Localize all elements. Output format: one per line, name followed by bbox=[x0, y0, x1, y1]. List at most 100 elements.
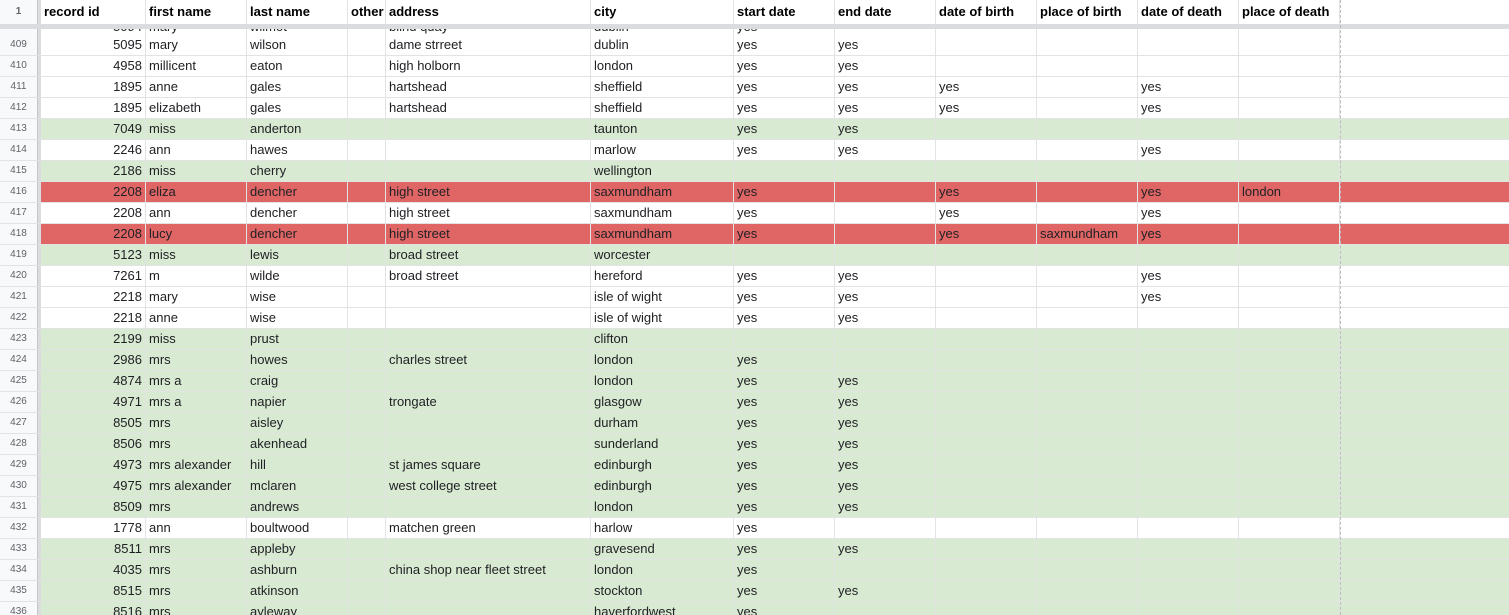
cell-city[interactable]: london bbox=[591, 371, 734, 391]
cell-start-date[interactable] bbox=[734, 329, 835, 349]
cell-place-of-death[interactable] bbox=[1239, 434, 1340, 454]
cell-address[interactable] bbox=[386, 371, 591, 391]
cell-date-of-death[interactable] bbox=[1138, 497, 1239, 517]
cell-end-date[interactable]: yes bbox=[835, 119, 936, 139]
cell-address[interactable] bbox=[386, 119, 591, 139]
cell-date-of-birth[interactable] bbox=[936, 266, 1037, 286]
cell-place-of-birth[interactable] bbox=[1037, 56, 1138, 76]
cell-date-of-death[interactable]: yes bbox=[1138, 182, 1239, 202]
cell-date-of-death[interactable]: yes bbox=[1138, 203, 1239, 223]
column-header-city[interactable]: city bbox=[591, 0, 734, 24]
cell-date-of-birth[interactable] bbox=[936, 371, 1037, 391]
cell-last-name[interactable]: wise bbox=[247, 308, 348, 328]
cell-address[interactable] bbox=[386, 581, 591, 601]
cell-city[interactable]: glasgow bbox=[591, 392, 734, 412]
cell-place-of-death[interactable]: london bbox=[1239, 182, 1340, 202]
cell-date-of-death[interactable] bbox=[1138, 161, 1239, 181]
cell-date-of-birth[interactable] bbox=[936, 581, 1037, 601]
cell-end-date[interactable] bbox=[835, 161, 936, 181]
row-number[interactable]: 420 bbox=[0, 266, 38, 286]
row-number[interactable]: 414 bbox=[0, 140, 38, 160]
cell-first-name[interactable]: ann bbox=[146, 203, 247, 223]
cell-city[interactable]: edinburgh bbox=[591, 455, 734, 475]
cell-city[interactable]: worcester bbox=[591, 245, 734, 265]
cell-first-name[interactable]: mrs bbox=[146, 413, 247, 433]
cell-start-date[interactable]: yes bbox=[734, 455, 835, 475]
cell-place-of-birth[interactable] bbox=[1037, 350, 1138, 370]
cell-date-of-death[interactable]: yes bbox=[1138, 140, 1239, 160]
cell-other[interactable] bbox=[348, 203, 386, 223]
cell-end-date[interactable]: yes bbox=[835, 266, 936, 286]
cell-place-of-birth[interactable] bbox=[1037, 329, 1138, 349]
cell-record-id[interactable]: 4973 bbox=[41, 455, 146, 475]
cell-last-name[interactable]: andrews bbox=[247, 497, 348, 517]
row-number[interactable]: 425 bbox=[0, 371, 38, 391]
cell-first-name[interactable]: mrs a bbox=[146, 371, 247, 391]
cell-place-of-death[interactable] bbox=[1239, 560, 1340, 580]
cell-end-date[interactable] bbox=[835, 602, 936, 615]
cell-place-of-birth[interactable] bbox=[1037, 35, 1138, 55]
cell-address[interactable] bbox=[386, 413, 591, 433]
row-number[interactable]: 436 bbox=[0, 602, 38, 615]
cell-place-of-birth[interactable] bbox=[1037, 413, 1138, 433]
row-number[interactable]: 423 bbox=[0, 329, 38, 349]
cell-last-name[interactable]: howes bbox=[247, 350, 348, 370]
cell-city[interactable]: gravesend bbox=[591, 539, 734, 559]
cell-last-name[interactable]: wise bbox=[247, 287, 348, 307]
cell-end-date[interactable]: yes bbox=[835, 581, 936, 601]
cell-other[interactable] bbox=[348, 497, 386, 517]
cell-first-name[interactable]: miss bbox=[146, 329, 247, 349]
cell-end-date[interactable]: yes bbox=[835, 539, 936, 559]
row-number[interactable]: 422 bbox=[0, 308, 38, 328]
cell-other[interactable] bbox=[348, 35, 386, 55]
cell-date-of-birth[interactable] bbox=[936, 518, 1037, 538]
cell-record-id[interactable]: 2208 bbox=[41, 203, 146, 223]
cell-date-of-birth[interactable] bbox=[936, 245, 1037, 265]
cell-address[interactable] bbox=[386, 329, 591, 349]
cell-date-of-birth[interactable] bbox=[936, 350, 1037, 370]
row-number[interactable]: 419 bbox=[0, 245, 38, 265]
cell-end-date[interactable] bbox=[835, 518, 936, 538]
cell-place-of-death[interactable] bbox=[1239, 413, 1340, 433]
cell-place-of-birth[interactable] bbox=[1037, 287, 1138, 307]
cell-last-name[interactable]: lewis bbox=[247, 245, 348, 265]
cell-record-id[interactable]: 2218 bbox=[41, 287, 146, 307]
cell-city[interactable]: wellington bbox=[591, 161, 734, 181]
cell-date-of-birth[interactable] bbox=[936, 161, 1037, 181]
cell-date-of-birth[interactable]: yes bbox=[936, 182, 1037, 202]
cell-end-date[interactable]: yes bbox=[835, 476, 936, 496]
column-header-address[interactable]: address bbox=[386, 0, 591, 24]
column-header-record-id[interactable]: record id bbox=[41, 0, 146, 24]
cell-place-of-death[interactable] bbox=[1239, 497, 1340, 517]
cell-record-id[interactable]: 4971 bbox=[41, 392, 146, 412]
cell-end-date[interactable] bbox=[835, 203, 936, 223]
cell-place-of-death[interactable] bbox=[1239, 392, 1340, 412]
cell-date-of-death[interactable]: yes bbox=[1138, 77, 1239, 97]
cell-date-of-birth[interactable] bbox=[936, 287, 1037, 307]
cell-last-name[interactable]: hawes bbox=[247, 140, 348, 160]
cell-address[interactable] bbox=[386, 539, 591, 559]
cell-address[interactable]: st james square bbox=[386, 455, 591, 475]
cell-last-name[interactable]: cherry bbox=[247, 161, 348, 181]
cell-place-of-death[interactable] bbox=[1239, 245, 1340, 265]
cell-other[interactable] bbox=[348, 392, 386, 412]
cell-date-of-death[interactable]: yes bbox=[1138, 266, 1239, 286]
cell-city[interactable]: sunderland bbox=[591, 434, 734, 454]
cell-other[interactable] bbox=[348, 266, 386, 286]
row-number[interactable]: 415 bbox=[0, 161, 38, 181]
cell-place-of-death[interactable] bbox=[1239, 161, 1340, 181]
cell-last-name[interactable]: mclaren bbox=[247, 476, 348, 496]
cell-end-date[interactable]: yes bbox=[835, 392, 936, 412]
cell-end-date[interactable]: yes bbox=[835, 497, 936, 517]
cell-first-name[interactable]: ann bbox=[146, 140, 247, 160]
cell-last-name[interactable]: dencher bbox=[247, 224, 348, 244]
cell-last-name[interactable]: boultwood bbox=[247, 518, 348, 538]
cell-last-name[interactable]: napier bbox=[247, 392, 348, 412]
cell-date-of-birth[interactable]: yes bbox=[936, 224, 1037, 244]
cell-place-of-death[interactable] bbox=[1239, 350, 1340, 370]
cell-place-of-death[interactable] bbox=[1239, 266, 1340, 286]
cell-start-date[interactable]: yes bbox=[734, 308, 835, 328]
cell-place-of-death[interactable] bbox=[1239, 539, 1340, 559]
cell-first-name[interactable]: mary bbox=[146, 287, 247, 307]
cell-start-date[interactable] bbox=[734, 161, 835, 181]
